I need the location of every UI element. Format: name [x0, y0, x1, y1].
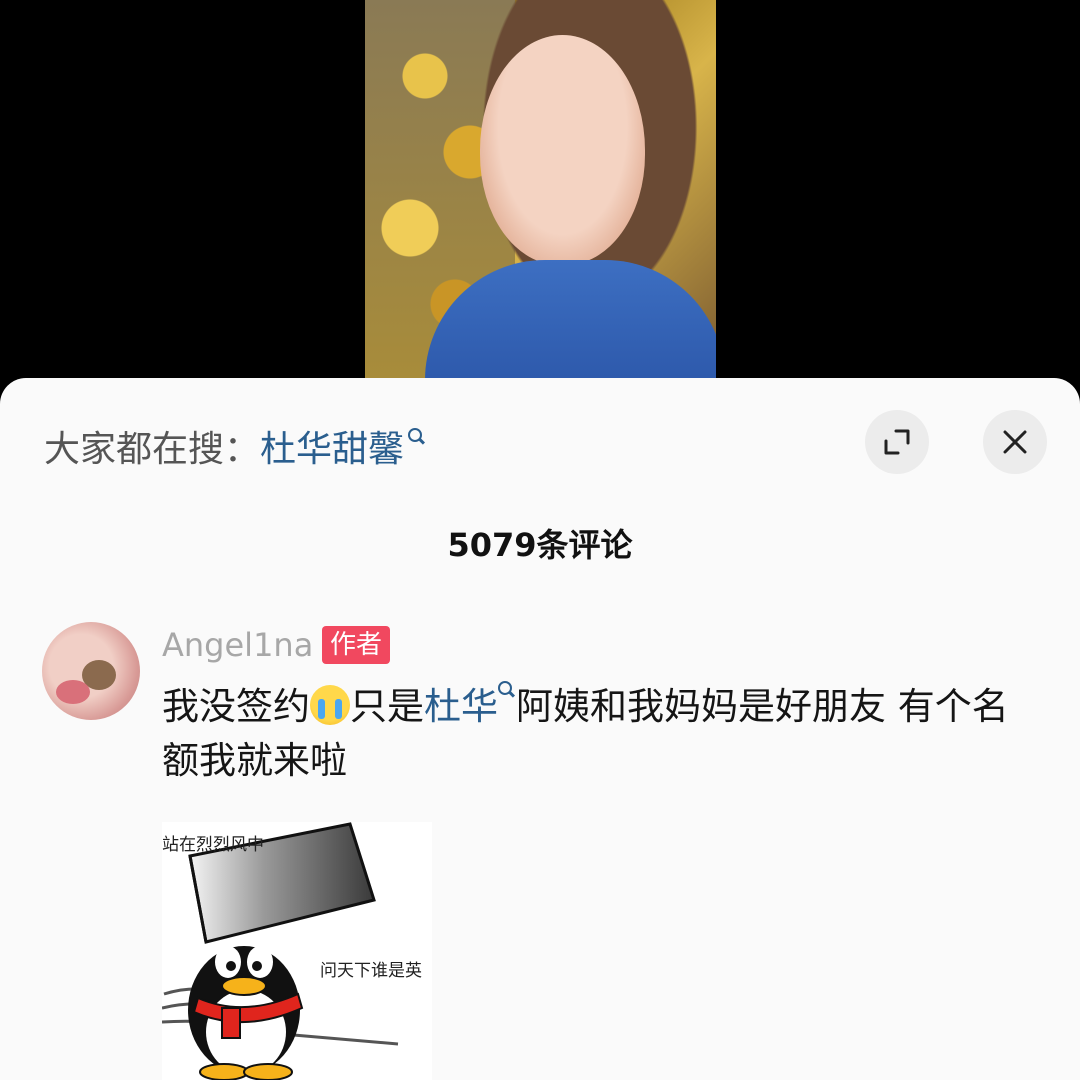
comment-username[interactable]: Angel1na [162, 626, 313, 664]
comment-text[interactable]: 我没签约 只是杜华 阿姨和我妈妈是好朋友 有个名额我就来啦 [162, 680, 1032, 788]
sticker-top-caption: 站在烈烈风中 [162, 835, 264, 855]
avatar[interactable] [42, 622, 140, 720]
comment-text-part2: 只是 [350, 685, 424, 728]
close-button[interactable] [983, 410, 1047, 474]
expand-icon [884, 429, 910, 455]
search-icon [408, 428, 426, 446]
author-badge: 作者 [322, 626, 391, 664]
comment-text-part1: 我没签约 [162, 685, 310, 728]
video-face [480, 35, 645, 265]
expand-button[interactable] [865, 410, 929, 474]
search-prefix: 大家都在搜： [44, 429, 261, 470]
search-query-link[interactable]: 杜华甜馨 [260, 420, 404, 472]
video-preview[interactable] [365, 0, 716, 380]
mention-search-icon [498, 681, 516, 699]
comment-sticker[interactable]: 站在烈烈风中 问天下谁是英 [162, 822, 432, 1080]
comments-sheet: 大家都在搜： 杜华甜馨 5079条评论 Angel1na 作者 我没签约 只是杜华… [0, 378, 1080, 1080]
close-icon [1003, 430, 1027, 454]
mention-link[interactable]: 杜华 [424, 685, 498, 728]
avatar-lips [56, 680, 90, 704]
suggested-search[interactable]: 大家都在搜： 杜华甜馨 [44, 420, 426, 472]
sticker-side-caption: 问天下谁是英 [320, 961, 422, 981]
crying-emoji-icon [310, 685, 350, 725]
comment-count: 5079条评论 [447, 526, 633, 564]
penguin-meme-image [162, 822, 399, 1080]
